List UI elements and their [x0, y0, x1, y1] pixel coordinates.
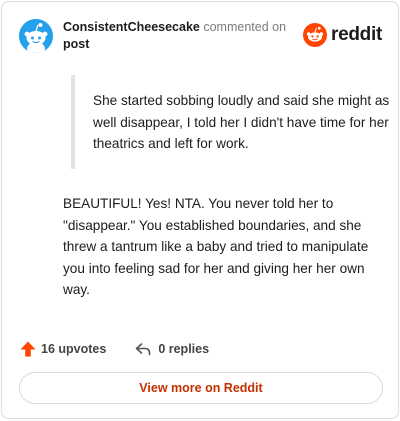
reddit-wordmark: reddit: [331, 24, 382, 45]
comment-body: BEAUTIFUL! Yes! NTA. You never told her …: [63, 196, 369, 297]
user-avatar-icon[interactable]: [19, 19, 53, 53]
reddit-logo[interactable]: reddit: [303, 23, 382, 47]
post-link[interactable]: post: [63, 37, 89, 51]
quoted-text: She started sobbing loudly and said she …: [71, 75, 393, 169]
snoo-avatar-icon: [19, 19, 53, 53]
view-more-button[interactable]: View more on Reddit: [19, 372, 383, 404]
upvote-count: 16 upvotes: [41, 342, 107, 356]
commented-on-text: commented on: [203, 20, 287, 34]
comment-byline: ConsistentCheesecake commented on post: [63, 19, 303, 53]
upvote-arrow-icon: [20, 341, 36, 357]
username-link[interactable]: ConsistentCheesecake: [63, 20, 200, 34]
reply-arrow-icon: [136, 343, 151, 356]
reddit-logo-icon: [303, 23, 328, 47]
comment-actions: 16 upvotes 0 replies: [19, 338, 209, 360]
replies-count: 0 replies: [158, 342, 210, 356]
upvote-button[interactable]: 16 upvotes: [19, 340, 106, 358]
comment-header: ConsistentCheesecake commented on post r…: [19, 17, 382, 53]
replies-button[interactable]: 0 replies: [134, 340, 209, 358]
embedded-comment-card: ConsistentCheesecake commented on post r…: [1, 1, 399, 419]
